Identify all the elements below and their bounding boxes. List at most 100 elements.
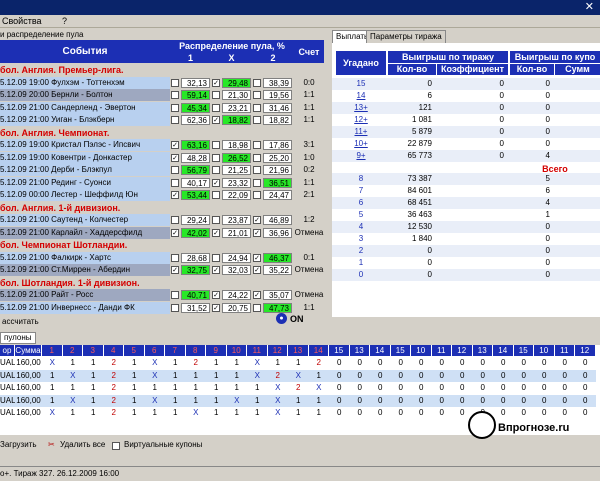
coupon-pick[interactable]: 1: [288, 357, 309, 369]
coupon-pick[interactable]: 1: [308, 407, 329, 419]
outcome-checkbox[interactable]: ✓: [253, 291, 261, 299]
coupon-pick[interactable]: 0: [493, 382, 514, 394]
coupon-pick[interactable]: 1: [165, 369, 186, 382]
match-row[interactable]: 5.12.09 21:00 Саутенд - Колчестер 29,24 23…: [0, 214, 324, 226]
coupon-pick[interactable]: 0: [329, 369, 350, 382]
coupon-pick[interactable]: X: [144, 357, 165, 369]
outcome-checkbox[interactable]: ✓: [212, 266, 220, 274]
coupon-pick[interactable]: 0: [472, 382, 493, 394]
coupon-pick[interactable]: 1: [124, 382, 145, 394]
outcome-checkbox[interactable]: [253, 116, 261, 124]
coupon-pick[interactable]: 0: [370, 369, 391, 382]
coupon-pick[interactable]: X: [288, 369, 309, 382]
coupon-pick[interactable]: 0: [452, 369, 473, 382]
coupon-pick[interactable]: 0: [411, 407, 432, 419]
coupon-pick[interactable]: 0: [493, 407, 514, 419]
coupon-pick[interactable]: 2: [103, 394, 124, 407]
outcome-checkbox[interactable]: [171, 116, 179, 124]
coupon-pick[interactable]: 0: [390, 382, 411, 394]
coupon-pick[interactable]: 0: [349, 382, 370, 394]
coupon-pick[interactable]: 1: [83, 357, 104, 369]
coupon-pick[interactable]: 1: [165, 357, 186, 369]
coupon-pick[interactable]: 0: [472, 369, 493, 382]
coupon-pick[interactable]: 0: [411, 394, 432, 407]
coupon-pick[interactable]: 1: [288, 394, 309, 407]
outcome-checkbox[interactable]: [212, 103, 220, 112]
coupon-pick[interactable]: 0: [370, 382, 391, 394]
coupon-pick[interactable]: 0: [472, 394, 493, 407]
outcome-checkbox[interactable]: [171, 253, 179, 262]
coupon-pick[interactable]: 0: [554, 394, 575, 407]
coupon-pick[interactable]: 0: [431, 357, 452, 369]
match-row[interactable]: 5.12.09 19:00 Ковентри - Донкастер ✓ 48,28…: [0, 151, 324, 164]
coupon-pick[interactable]: 0: [390, 357, 411, 369]
outcome-checkbox[interactable]: [253, 141, 261, 149]
coupon-pick[interactable]: 0: [349, 357, 370, 369]
coupon-pick[interactable]: X: [144, 369, 165, 382]
match-row[interactable]: 5.12.09 21:00 Инвернесс - Данди ФК 31,52 ✓…: [0, 301, 324, 314]
coupon-pick[interactable]: 0: [431, 394, 452, 407]
match-row[interactable]: 5.12.09 21:00 Уиган - Блэкберн 62,36 ✓ 18,8…: [0, 114, 324, 126]
outcome-checkbox[interactable]: [212, 166, 220, 174]
coupon-pick[interactable]: 1: [144, 382, 165, 394]
delete-all-button[interactable]: Удалить все: [60, 440, 105, 449]
coupon-pick[interactable]: X: [267, 382, 288, 394]
tab-coupons[interactable]: пулоны: [0, 332, 36, 344]
outcome-checkbox[interactable]: ✓: [212, 303, 220, 312]
coupon-pick[interactable]: X: [226, 394, 247, 407]
coupon-pick[interactable]: 0: [554, 407, 575, 419]
coupon-pick[interactable]: 0: [349, 369, 370, 382]
coupon-pick[interactable]: 1: [226, 382, 247, 394]
coupon-pick[interactable]: X: [144, 394, 165, 407]
recalculate-button[interactable]: ассчитать: [2, 317, 39, 326]
coupon-pick[interactable]: 1: [124, 369, 145, 382]
outcome-checkbox[interactable]: ✓: [253, 253, 261, 262]
coupon-pick[interactable]: 1: [83, 382, 104, 394]
coupon-pick[interactable]: 1: [83, 369, 104, 382]
coupon-pick[interactable]: 1: [165, 407, 186, 419]
outcome-checkbox[interactable]: [212, 216, 220, 224]
coupon-pick[interactable]: 1: [288, 407, 309, 419]
coupon-pick[interactable]: 1: [83, 407, 104, 419]
match-row[interactable]: 5.12.09 21:00 Ст.Миррен - Абердин ✓ 32,75 ✓…: [0, 264, 324, 276]
coupon-pick[interactable]: 1: [267, 357, 288, 369]
coupon-pick[interactable]: 0: [349, 407, 370, 419]
coupon-pick[interactable]: 0: [390, 407, 411, 419]
match-row[interactable]: 5.12.09 20:00 Бернли - Болтон 59,14 21,30 1…: [0, 89, 324, 101]
coupon-pick[interactable]: 0: [575, 369, 596, 382]
coupon-pick[interactable]: 0: [513, 382, 534, 394]
outcome-checkbox[interactable]: ✓: [253, 228, 261, 237]
coupon-pick[interactable]: X: [308, 382, 329, 394]
coupon-pick[interactable]: 1: [124, 407, 145, 419]
coupon-pick[interactable]: 0: [513, 357, 534, 369]
outcome-checkbox[interactable]: [171, 303, 179, 312]
coupon-pick[interactable]: 0: [493, 369, 514, 382]
coupon-pick[interactable]: 0: [411, 382, 432, 394]
coupon-pick[interactable]: 0: [472, 357, 493, 369]
coupon-pick[interactable]: 1: [62, 407, 83, 419]
coupon-pick[interactable]: 1: [124, 357, 145, 369]
coupon-pick[interactable]: 1: [42, 382, 63, 394]
coupon-pick[interactable]: 2: [267, 369, 288, 382]
coupon-pick[interactable]: 2: [185, 357, 206, 369]
coupon-pick[interactable]: 0: [554, 382, 575, 394]
outcome-checkbox[interactable]: ✓: [171, 191, 179, 199]
match-row[interactable]: 5.12.09 00:00 Лестер - Шеффилд Юн ✓ 53,44 2…: [0, 189, 324, 201]
outcome-checkbox[interactable]: [253, 178, 261, 187]
coupon-pick[interactable]: X: [267, 407, 288, 419]
coupon-pick[interactable]: 0: [513, 369, 534, 382]
match-row[interactable]: 5.12.09 21:00 Сандерленд - Эвертон 45,34 2…: [0, 101, 324, 114]
outcome-checkbox[interactable]: ✓: [212, 178, 220, 187]
coupon-pick[interactable]: 1: [42, 394, 63, 407]
outcome-checkbox[interactable]: ✓: [212, 116, 220, 124]
virtual-checkbox[interactable]: [112, 442, 120, 450]
coupon-pick[interactable]: X: [267, 394, 288, 407]
coupon-pick[interactable]: 1: [185, 369, 206, 382]
coupon-pick[interactable]: 1: [206, 382, 227, 394]
coupon-pick[interactable]: 1: [144, 407, 165, 419]
coupon-pick[interactable]: 1: [62, 357, 83, 369]
coupon-pick[interactable]: 1: [206, 369, 227, 382]
outcome-checkbox[interactable]: [212, 191, 220, 199]
outcome-checkbox[interactable]: [253, 103, 261, 112]
coupon-pick[interactable]: 0: [329, 382, 350, 394]
